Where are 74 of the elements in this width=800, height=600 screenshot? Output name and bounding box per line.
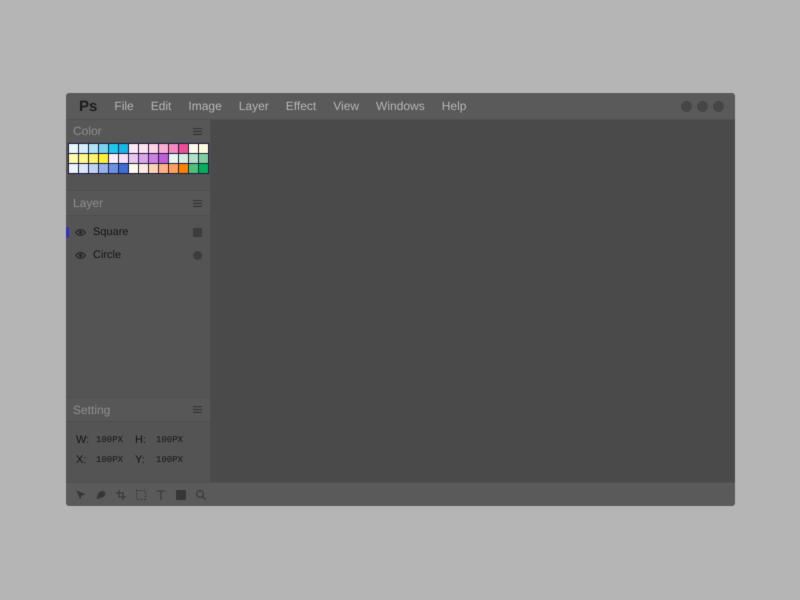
color-swatch[interactable] — [109, 144, 118, 153]
square-icon[interactable] — [176, 490, 186, 500]
color-swatch[interactable] — [89, 154, 98, 163]
menu-item[interactable]: Effect — [286, 100, 316, 112]
color-swatch[interactable] — [89, 164, 98, 173]
field-value: 100PX — [156, 434, 184, 446]
color-swatch[interactable] — [199, 164, 208, 173]
color-swatch[interactable] — [129, 164, 138, 173]
color-swatch[interactable] — [169, 164, 178, 173]
eye-icon[interactable] — [75, 252, 86, 259]
type-icon[interactable] — [156, 490, 166, 500]
color-swatch[interactable] — [119, 164, 128, 173]
menu-item[interactable]: Edit — [150, 100, 172, 112]
color-swatch[interactable] — [69, 154, 78, 163]
color-swatch[interactable] — [79, 154, 88, 163]
menu-item[interactable]: File — [114, 100, 134, 112]
field-value: 100PX — [96, 454, 124, 466]
color-swatch[interactable] — [169, 144, 178, 153]
color-swatch[interactable] — [179, 144, 188, 153]
color-swatch[interactable] — [109, 164, 118, 173]
color-swatch[interactable] — [149, 164, 158, 173]
field-label: W: — [76, 434, 90, 446]
crop-icon[interactable] — [116, 490, 126, 500]
field-label: X: — [76, 454, 88, 466]
color-swatch[interactable] — [79, 144, 88, 153]
menu-item[interactable]: View — [333, 100, 360, 112]
color-swatch[interactable] — [129, 144, 138, 153]
magnifier-icon[interactable] — [196, 490, 206, 500]
color-swatch[interactable] — [189, 144, 198, 153]
color-swatch[interactable] — [119, 154, 128, 163]
color-swatch[interactable] — [189, 154, 198, 163]
color-swatch[interactable] — [99, 144, 108, 153]
field-label: H: — [135, 434, 147, 446]
color-swatch[interactable] — [169, 154, 178, 163]
menu-item[interactable]: Image — [188, 100, 222, 112]
color-swatch[interactable] — [79, 164, 88, 173]
color-swatch[interactable] — [139, 144, 148, 153]
color-swatch[interactable] — [99, 154, 108, 163]
square-icon — [193, 228, 202, 237]
color-swatch[interactable] — [189, 164, 198, 173]
color-swatch[interactable] — [179, 154, 188, 163]
eye-icon[interactable] — [75, 229, 86, 236]
field-value: 100PX — [96, 434, 124, 446]
menu-icon[interactable] — [193, 128, 202, 134]
color-swatch[interactable] — [139, 154, 148, 163]
list-item[interactable]: Square — [66, 221, 210, 244]
color-swatch[interactable] — [179, 164, 188, 173]
arrow-cursor-icon[interactable] — [76, 490, 86, 500]
menu-item[interactable]: Help — [442, 100, 466, 112]
color-swatch[interactable] — [159, 144, 168, 153]
color-swatch[interactable] — [149, 154, 158, 163]
color-swatch[interactable] — [119, 144, 128, 153]
color-swatch[interactable] — [109, 154, 118, 163]
color-swatch[interactable] — [149, 144, 158, 153]
color-swatch[interactable] — [69, 144, 78, 153]
color-swatch[interactable] — [159, 164, 168, 173]
color-swatch[interactable] — [199, 144, 208, 153]
color-swatch[interactable] — [159, 154, 168, 163]
list-item[interactable]: Circle — [66, 244, 210, 267]
polygon-icon[interactable] — [96, 490, 106, 500]
menu-item[interactable]: Windows — [376, 100, 425, 112]
app-logo: Ps — [79, 98, 98, 114]
color-swatch[interactable] — [199, 154, 208, 163]
field-value: 100PX — [156, 454, 184, 466]
field-label: Y: — [135, 454, 146, 466]
menu-item[interactable]: Layer — [238, 100, 269, 112]
color-swatch[interactable] — [129, 154, 138, 163]
color-swatch[interactable] — [139, 164, 148, 173]
dashed-rectangle-icon[interactable] — [136, 490, 146, 500]
color-swatch[interactable] — [89, 144, 98, 153]
color-swatch[interactable] — [69, 164, 78, 173]
menu-icon[interactable] — [193, 406, 202, 413]
menu-icon[interactable] — [193, 200, 202, 206]
color-swatch[interactable] — [99, 164, 108, 173]
